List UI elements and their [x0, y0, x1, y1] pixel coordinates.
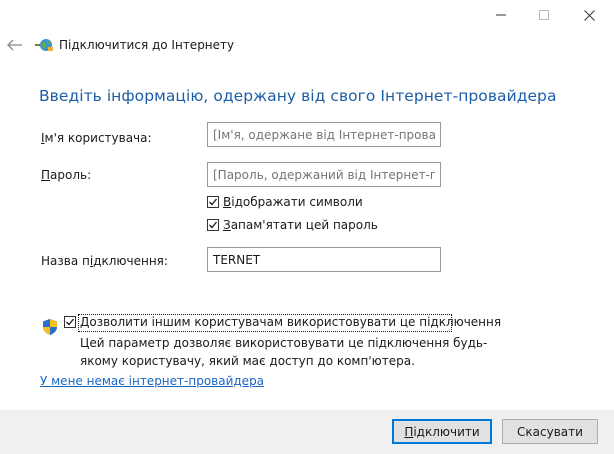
remember-password-label[interactable]: Запам'ятати цей пароль [223, 218, 378, 232]
maximize-icon [539, 10, 549, 20]
connection-name-label: Назва підключення: [41, 254, 168, 268]
uac-shield-icon [43, 319, 57, 335]
minimize-icon [496, 14, 506, 16]
close-button[interactable] [566, 0, 612, 30]
close-icon [583, 9, 595, 21]
allow-others-label[interactable]: Дозволити іншим користувачам використову… [80, 315, 501, 329]
connection-name-input[interactable] [207, 247, 441, 272]
password-label: Пароль: [41, 168, 92, 182]
allow-others-description: Цей параметр дозволяє використовувати це… [80, 336, 488, 368]
checkmark-icon [209, 198, 218, 206]
allow-others-checkbox[interactable] [64, 316, 76, 328]
username-input[interactable] [207, 122, 441, 147]
password-input[interactable] [207, 162, 441, 187]
network-globe-icon [35, 39, 53, 51]
checkmark-icon [66, 318, 75, 326]
no-isp-link[interactable]: У мене немає інтернет-провайдера [40, 374, 264, 388]
connect-button[interactable]: Підключити [392, 419, 492, 444]
maximize-button[interactable] [521, 0, 567, 30]
remember-password-checkbox[interactable] [207, 219, 219, 231]
username-label: Ім'я користувача: [41, 131, 152, 145]
show-characters-checkbox[interactable] [207, 196, 219, 208]
cancel-button[interactable]: Скасувати [502, 419, 598, 444]
page-heading: Введіть інформацію, одержану від свого І… [39, 87, 557, 105]
window-title: Підключитися до Інтернету [59, 38, 235, 52]
back-arrow-icon[interactable] [6, 38, 24, 52]
minimize-button[interactable] [478, 0, 524, 30]
checkmark-icon [209, 221, 218, 229]
show-characters-label[interactable]: Відображати символи [223, 195, 363, 209]
